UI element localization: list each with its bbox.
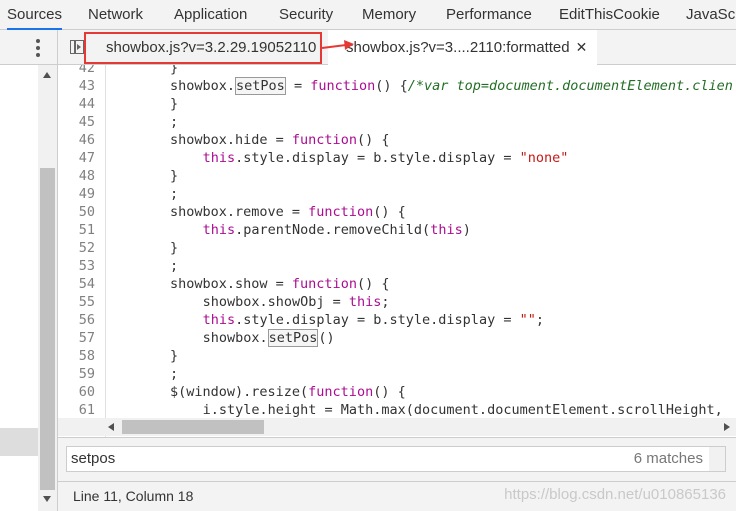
line-number: 45	[78, 114, 95, 130]
line-number: 61	[78, 402, 95, 418]
horizontal-scrollbar-thumb[interactable]	[122, 420, 264, 434]
search-query: setpos	[71, 450, 116, 467]
code-line: 57 showbox.setPos()	[58, 329, 736, 347]
navigator-pane	[0, 30, 57, 511]
more-options-icon[interactable]	[34, 39, 42, 57]
tab-sources[interactable]: Sources	[7, 0, 63, 30]
code-text: ;	[170, 186, 179, 202]
code-line: 50 showbox.remove = function() {	[58, 203, 736, 221]
editor-tab-formatted[interactable]: showbox.js?v=3....2110:formatted ✕	[328, 30, 598, 66]
tab-network[interactable]: Network	[88, 0, 143, 30]
line-number: 49	[78, 186, 95, 202]
line-number: 51	[78, 222, 95, 238]
navigator-scrollbar-thumb[interactable]	[40, 168, 55, 490]
scroll-left-arrow-icon[interactable]	[108, 423, 114, 431]
tab-editthiscookie[interactable]: EditThisCookie	[559, 0, 660, 30]
code-line: 48}	[58, 167, 736, 185]
search-input[interactable]: setpos 6 matches	[66, 446, 726, 472]
code-editor[interactable]: 42} 43 showbox.setPos = function() {/*var …	[58, 65, 736, 437]
devtools-panel-tabs: Sources Network Application Security Mem…	[0, 0, 736, 30]
close-tab-icon[interactable]: ✕	[576, 39, 588, 55]
code-text: showbox.hide = function() {	[170, 132, 390, 148]
line-number: 42	[78, 65, 95, 76]
code-text: showbox.showObj = this;	[202, 294, 390, 310]
code-text: showbox.setPos()	[202, 329, 335, 347]
line-number: 52	[78, 240, 95, 256]
editor-tab-formatted-label: showbox.js?v=3....2110:formatted	[346, 39, 570, 56]
toggle-navigator-icon[interactable]	[70, 40, 84, 54]
code-text: ;	[170, 366, 179, 382]
annotation-highlight-box	[84, 32, 322, 64]
scroll-down-arrow-icon[interactable]	[43, 496, 51, 502]
line-number: 43	[78, 78, 95, 94]
code-line: 52}	[58, 239, 736, 257]
navigator-header	[0, 30, 57, 65]
code-text: }	[170, 348, 179, 364]
line-number: 57	[78, 330, 95, 346]
search-scrollbar[interactable]	[709, 447, 725, 471]
code-text: }	[170, 168, 179, 184]
code-text: i.style.height = Math.max(document.docum…	[202, 402, 723, 418]
code-text: this.style.display = b.style.display = "…	[202, 312, 544, 328]
code-line: 59;	[58, 365, 736, 383]
line-number: 58	[78, 348, 95, 364]
code-line: 45;	[58, 113, 736, 131]
code-text: this.parentNode.removeChild(this)	[202, 222, 471, 238]
watermark-text: https://blog.csdn.net/u010865136	[504, 486, 726, 503]
code-text: $(window).resize(function() {	[170, 384, 406, 400]
code-line: 58}	[58, 347, 736, 365]
code-text: showbox.remove = function() {	[170, 204, 406, 220]
code-line: 53;	[58, 257, 736, 275]
code-line: 60 $(window).resize(function() {	[58, 383, 736, 401]
code-line: 44}	[58, 95, 736, 113]
line-number: 53	[78, 258, 95, 274]
code-line: 43 showbox.setPos = function() {/*var top…	[58, 77, 736, 95]
line-number: 47	[78, 150, 95, 166]
code-line: 61 i.style.height = Math.max(document.doc…	[58, 401, 736, 419]
code-line: 51 this.parentNode.removeChild(this)	[58, 221, 736, 239]
code-line: 46 showbox.hide = function() {	[58, 131, 736, 149]
tab-memory[interactable]: Memory	[362, 0, 416, 30]
line-number: 55	[78, 294, 95, 310]
horizontal-scrollbar[interactable]	[58, 418, 736, 436]
code-text: }	[170, 65, 179, 76]
tab-performance[interactable]: Performance	[446, 0, 532, 30]
code-line: 55 showbox.showObj = this;	[58, 293, 736, 311]
search-bar: setpos 6 matches	[58, 437, 736, 481]
code-line: 47 this.style.display = b.style.display =…	[58, 149, 736, 167]
line-number: 46	[78, 132, 95, 148]
line-number: 44	[78, 96, 95, 112]
code-line: 56 this.style.display = b.style.display =…	[58, 311, 736, 329]
code-line: 42}	[58, 65, 736, 77]
match-count: 6 matches	[633, 450, 703, 467]
scroll-up-arrow-icon[interactable]	[43, 72, 51, 78]
line-number: 60	[78, 384, 95, 400]
tab-security[interactable]: Security	[279, 0, 333, 30]
code-line: 54 showbox.show = function() {	[58, 275, 736, 293]
annotation-arrow-icon	[321, 40, 354, 50]
code-text: }	[170, 240, 179, 256]
line-number: 56	[78, 312, 95, 328]
code-text: this.style.display = b.style.display = "…	[202, 150, 569, 166]
code-text: }	[170, 96, 179, 112]
code-text: ;	[170, 114, 179, 130]
scroll-right-arrow-icon[interactable]	[724, 423, 730, 431]
selected-file-item[interactable]	[0, 428, 38, 456]
code-text: ;	[170, 258, 179, 274]
code-text: showbox.show = function() {	[170, 276, 390, 292]
line-number: 48	[78, 168, 95, 184]
cursor-position: Line 11, Column 18	[73, 488, 194, 504]
line-number: 59	[78, 366, 95, 382]
tab-application[interactable]: Application	[174, 0, 247, 30]
tab-javascript[interactable]: JavaScri	[686, 0, 736, 30]
code-line: 49;	[58, 185, 736, 203]
code-text: showbox.setPos = function() {/*var top=d…	[170, 77, 733, 95]
line-number: 54	[78, 276, 95, 292]
status-bar: Line 11, Column 18 https://blog.csdn.net…	[58, 481, 736, 511]
line-number: 50	[78, 204, 95, 220]
